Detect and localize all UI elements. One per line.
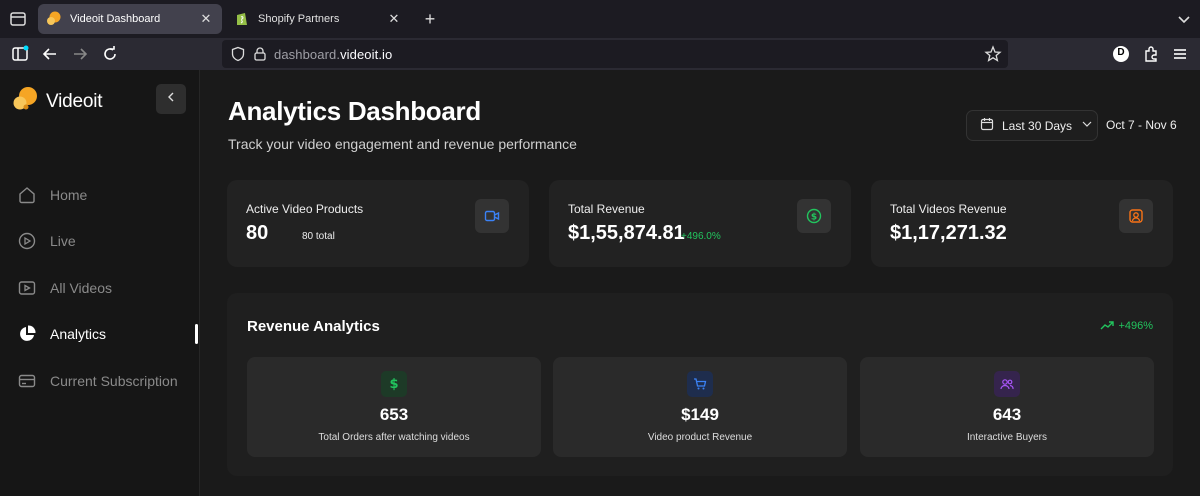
app-sidebar: Videoit Home Live All Videos Analytics C…: [0, 70, 200, 496]
growth-badge: +496%: [1100, 320, 1153, 332]
browser-tab-shopify[interactable]: Shopify Partners ✕: [226, 4, 410, 34]
sidebar-item-label: Home: [50, 187, 88, 203]
stat-value: $149: [681, 405, 719, 424]
active-indicator: [195, 324, 198, 344]
page-title: Analytics Dashboard: [228, 96, 481, 126]
forward-icon[interactable]: [70, 44, 90, 64]
revenue-stat-interactive-buyers: 643 Interactive Buyers: [860, 357, 1154, 457]
card-value: 80: [246, 222, 269, 244]
revenue-analytics-panel: Revenue Analytics +496% $ 653 Total Orde…: [227, 293, 1173, 476]
revenue-stat-video-product-revenue: $149 Video product Revenue: [553, 357, 847, 457]
page-subtitle: Track your video engagement and revenue …: [228, 136, 577, 152]
close-tab-icon[interactable]: ✕: [386, 11, 402, 27]
stat-label: Total Orders after watching videos: [318, 432, 470, 443]
pie-chart-icon: [16, 323, 38, 345]
close-tab-icon[interactable]: ✕: [198, 11, 214, 27]
cart-icon: [687, 371, 713, 397]
browser-nav-bar: dashboard.videoit.io D: [0, 38, 1200, 70]
profile-avatar[interactable]: D: [1111, 44, 1131, 64]
sidebar-toggle-icon[interactable]: [10, 44, 30, 64]
dollar-icon: $: [381, 371, 407, 397]
credit-card-icon: [16, 370, 38, 392]
tab-title: Videoit Dashboard: [70, 13, 161, 25]
stat-value: 643: [992, 405, 1022, 424]
video-camera-icon: [475, 199, 509, 233]
home-icon: [16, 184, 38, 206]
sidebar-item-current-subscription[interactable]: Current Subscription: [16, 369, 200, 393]
sidebar-item-all-videos[interactable]: All Videos: [16, 276, 200, 300]
section-title: Revenue Analytics: [247, 318, 380, 335]
lock-icon[interactable]: [252, 46, 268, 67]
address-bar[interactable]: dashboard.videoit.io: [222, 40, 1008, 68]
growth-value: +496%: [1118, 320, 1153, 332]
main-content: Analytics Dashboard Track your video eng…: [201, 70, 1200, 496]
logo[interactable]: Videoit: [12, 85, 103, 118]
date-range-select[interactable]: Last 30 Days: [966, 110, 1098, 141]
card-growth: +496.0%: [681, 231, 721, 242]
card-label: Active Video Products: [246, 202, 364, 216]
sidebar-item-label: All Videos: [50, 280, 113, 296]
trend-up-icon: [1100, 321, 1115, 330]
calendar-icon: [980, 117, 994, 134]
profile-initial: D: [1117, 47, 1125, 58]
logo-text: Videoit: [46, 90, 103, 112]
chevron-left-icon: [165, 90, 177, 108]
videoit-logo-icon: [12, 85, 40, 118]
sidebar-item-label: Live: [50, 233, 76, 249]
stat-card-active-video-products: Active Video Products 80 80 total: [227, 180, 529, 267]
extensions-icon[interactable]: [1141, 44, 1161, 64]
collapse-sidebar-button[interactable]: [156, 84, 186, 114]
shopify-favicon-icon: [234, 11, 250, 27]
url-domain: videoit.io: [340, 47, 393, 62]
videoit-favicon-icon: [46, 11, 62, 27]
browser-tab-videoit[interactable]: Videoit Dashboard ✕: [38, 4, 222, 34]
user-square-icon: [1119, 199, 1153, 233]
sidebar-item-label: Current Subscription: [50, 373, 178, 389]
chevron-down-icon: [1081, 118, 1093, 133]
card-value: $1,55,874.81: [568, 222, 685, 244]
bookmark-star-icon[interactable]: [984, 45, 1002, 68]
users-icon: [994, 371, 1020, 397]
browser-tab-bar: Videoit Dashboard ✕ Shopify Partners ✕ +: [0, 0, 1200, 38]
chevron-down-icon[interactable]: [1174, 9, 1194, 29]
sidebar-item-home[interactable]: Home: [16, 183, 200, 207]
sidebar-item-live[interactable]: Live: [16, 229, 200, 253]
revenue-stat-total-orders: $ 653 Total Orders after watching videos: [247, 357, 541, 457]
stat-value: 653: [379, 405, 409, 424]
stat-card-total-videos-revenue: Total Videos Revenue $1,17,271.32: [871, 180, 1173, 267]
date-range-text: Oct 7 - Nov 6: [1106, 118, 1177, 132]
card-label: Total Videos Revenue: [890, 202, 1007, 216]
tab-list-icon[interactable]: [8, 9, 28, 29]
new-tab-icon[interactable]: +: [420, 9, 440, 29]
video-icon: [16, 277, 38, 299]
shield-icon[interactable]: [230, 46, 246, 67]
date-range-label: Last 30 Days: [1002, 118, 1073, 133]
sidebar-item-label: Analytics: [50, 326, 107, 342]
card-subtext: 80 total: [302, 231, 335, 242]
tab-title: Shopify Partners: [258, 13, 340, 25]
back-icon[interactable]: [40, 44, 60, 64]
card-label: Total Revenue: [568, 202, 645, 216]
url-text: dashboard.videoit.io: [274, 47, 392, 62]
stat-label: Interactive Buyers: [966, 432, 1048, 443]
reload-icon[interactable]: [100, 44, 120, 64]
menu-icon[interactable]: [1170, 44, 1190, 64]
dollar-circle-icon: $: [797, 199, 831, 233]
svg-text:$: $: [811, 213, 817, 223]
stat-label: Video product Revenue: [647, 432, 753, 443]
url-prefix: dashboard.: [274, 47, 341, 62]
live-icon: [16, 230, 38, 252]
card-value: $1,17,271.32: [890, 222, 1007, 244]
stat-card-total-revenue: Total Revenue $1,55,874.81 +496.0% $: [549, 180, 851, 267]
sidebar-item-analytics[interactable]: Analytics: [16, 322, 200, 346]
